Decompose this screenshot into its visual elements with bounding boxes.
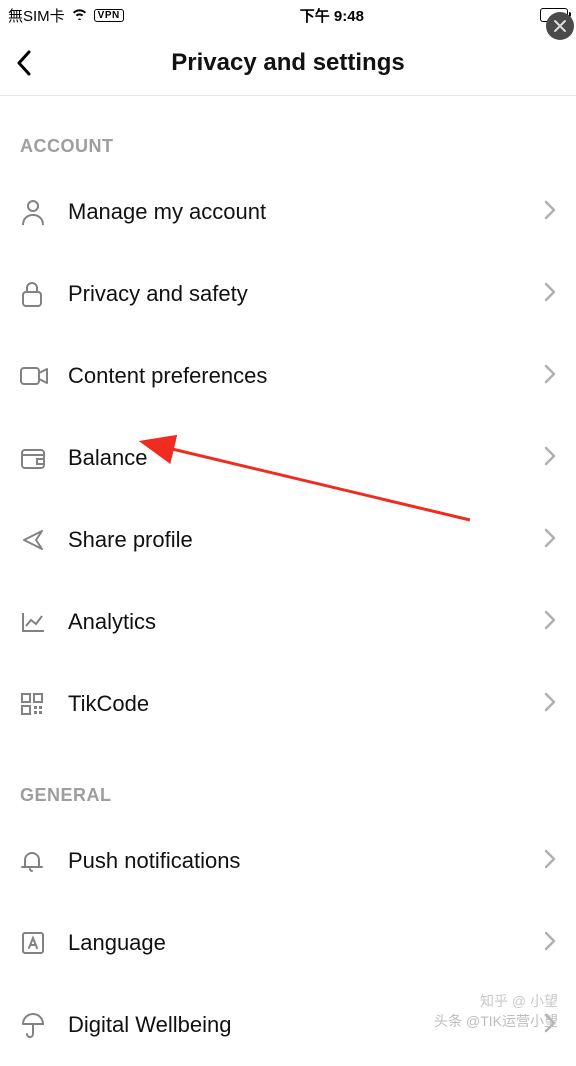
section-account-title: ACCOUNT [0,96,576,171]
chevron-right-icon [544,849,556,874]
chart-icon [20,610,68,634]
row-label: Content preferences [68,363,544,389]
watermark-line1: 知乎 @ 小望 [480,991,558,1011]
row-analytics[interactable]: Analytics [0,581,576,663]
umbrella-icon [20,1011,68,1039]
chevron-right-icon [544,610,556,635]
section-general-title: GENERAL [0,745,576,820]
carrier-text: 無SIM卡 [8,5,65,26]
status-bar: 無SIM卡 VPN 下午 9:48 [0,0,576,30]
chevron-right-icon [544,528,556,553]
row-label: Push notifications [68,848,544,874]
row-balance[interactable]: Balance [0,417,576,499]
row-label: Share profile [68,527,544,553]
row-label: Privacy and safety [68,281,544,307]
row-tikcode[interactable]: TikCode [0,663,576,745]
row-language[interactable]: Language [0,902,576,984]
row-label: Balance [68,445,544,471]
row-label: Language [68,930,544,956]
row-privacy-safety[interactable]: Privacy and safety [0,253,576,335]
header: Privacy and settings [0,30,576,96]
row-push-notifications[interactable]: Push notifications [0,820,576,902]
share-icon [20,527,68,553]
language-icon [20,930,68,956]
row-label: Analytics [68,609,544,635]
chevron-right-icon [544,692,556,717]
row-share-profile[interactable]: Share profile [0,499,576,581]
chevron-right-icon [544,364,556,389]
status-time: 下午 9:48 [300,5,364,26]
page-title: Privacy and settings [0,49,576,77]
chevron-right-icon [544,200,556,225]
chevron-right-icon [544,282,556,307]
video-icon [20,365,68,387]
wifi-icon [71,7,88,24]
qr-icon [20,692,68,716]
person-icon [20,198,68,226]
wallet-icon [20,446,68,470]
chevron-right-icon [544,446,556,471]
vpn-indicator: VPN [94,9,124,22]
row-manage-account[interactable]: Manage my account [0,171,576,253]
bell-icon [20,847,68,875]
chevron-right-icon [544,931,556,956]
row-content-preferences[interactable]: Content preferences [0,335,576,417]
close-icon[interactable] [546,12,574,40]
watermark-line2: 头条 @TIK运营小望 [434,1011,558,1031]
lock-icon [20,280,68,308]
row-label: Manage my account [68,199,544,225]
row-label: TikCode [68,691,544,717]
